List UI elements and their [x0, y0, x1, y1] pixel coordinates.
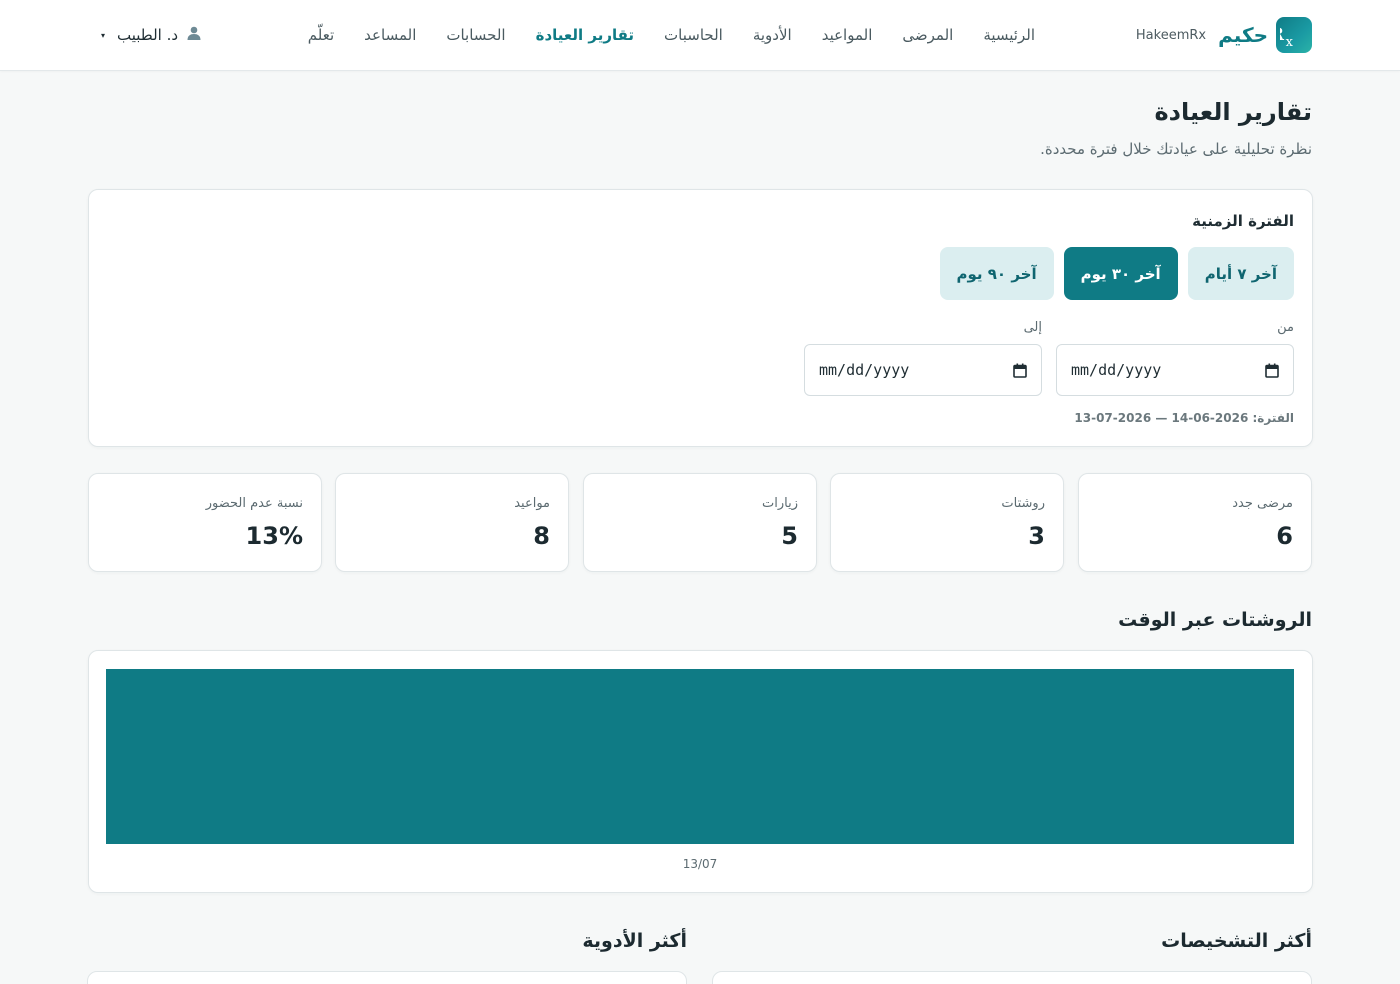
page-subtitle: نظرة تحليلية على عيادتك خلال فترة محددة. — [1040, 140, 1312, 158]
top-navbar: R x حكيم HakeemRx الرئيسية المرضى المواع… — [0, 0, 1400, 71]
stat-value: 8 — [533, 522, 550, 550]
stat-value: 13% — [245, 522, 303, 550]
stat-card-prescriptions: روشتات 3 — [830, 473, 1064, 572]
stat-label: مرضى جدد — [1232, 496, 1293, 511]
stat-label: روشتات — [1001, 496, 1045, 511]
main-nav: الرئيسية المرضى المواعيد الأدوية الحاسبا… — [308, 0, 1035, 70]
nav-calculators[interactable]: الحاسبات — [664, 26, 723, 44]
to-date-label: إلى — [1023, 320, 1042, 335]
from-date-input[interactable]: mm/dd/yyyy — [1056, 344, 1294, 396]
nav-learn[interactable]: تعلّم — [308, 26, 334, 44]
current-period-text: الفترة: 2026-06-14 — 2026-07-13 — [1074, 411, 1294, 425]
user-name: د. الطبيب — [117, 26, 179, 44]
stat-value: 5 — [781, 522, 798, 550]
svg-text:R: R — [1280, 25, 1285, 45]
stat-value: 3 — [1028, 522, 1045, 550]
from-date-label: من — [1277, 320, 1294, 335]
to-date-placeholder: mm/dd/yyyy — [819, 361, 910, 379]
chevron-down-icon: ▾ — [101, 30, 106, 40]
stat-card-new-patients: مرضى جدد 6 — [1078, 473, 1312, 572]
nav-medications[interactable]: الأدوية — [753, 26, 792, 44]
stat-label: نسبة عدم الحضور — [205, 496, 303, 511]
top-medications-card — [87, 971, 687, 984]
calendar-icon[interactable] — [1265, 363, 1279, 378]
chart-title: الروشتات عبر الوقت — [1118, 609, 1312, 631]
nav-home[interactable]: الرئيسية — [983, 26, 1035, 44]
nav-accounts[interactable]: الحسابات — [446, 26, 505, 44]
brand-name-en: HakeemRx — [1135, 27, 1207, 43]
user-menu[interactable]: د. الطبيب ▾ — [101, 22, 202, 48]
brand[interactable]: R x حكيم HakeemRx — [1136, 17, 1312, 53]
period-filter-card: الفترة الزمنية آخر ٧ أيام آخر ٣٠ يوم آخر… — [88, 189, 1313, 447]
user-icon — [186, 25, 202, 45]
range-button-group: آخر ٧ أيام آخر ٣٠ يوم آخر ٩٠ يوم — [939, 247, 1294, 300]
prescriptions-chart-card: 13/07 — [88, 650, 1313, 893]
stat-card-no-show-rate: نسبة عدم الحضور 13% — [88, 473, 322, 572]
to-date-input[interactable]: mm/dd/yyyy — [804, 344, 1042, 396]
brand-name-ar: حكيم — [1218, 23, 1268, 47]
rx-logo-icon: R x — [1276, 17, 1312, 53]
nav-patients[interactable]: المرضى — [902, 26, 953, 44]
from-date-placeholder: mm/dd/yyyy — [1071, 361, 1162, 379]
prescriptions-chart: 13/07 — [106, 669, 1294, 871]
page-title: تقارير العيادة — [1154, 98, 1313, 126]
svg-text:x: x — [1286, 35, 1294, 49]
range-7-days-button[interactable]: آخر ٧ أيام — [1187, 247, 1294, 300]
range-30-days-button[interactable]: آخر ٣٠ يوم — [1063, 247, 1178, 300]
nav-appointments[interactable]: المواعيد — [822, 26, 873, 44]
nav-clinic-reports[interactable]: تقارير العيادة — [536, 26, 634, 44]
nav-assistant[interactable]: المساعد — [364, 26, 416, 44]
chart-bar — [106, 669, 1294, 844]
top-medications-title: أكثر الأدوية — [582, 930, 687, 952]
top-diagnoses-title: أكثر التشخيصات — [1161, 930, 1312, 952]
stat-label: زيارات — [762, 496, 798, 511]
chart-x-tick-label: 13/07 — [683, 857, 718, 871]
stat-label: مواعيد — [514, 496, 550, 511]
top-diagnoses-card — [712, 971, 1312, 984]
period-label: الفترة الزمنية — [1192, 212, 1294, 230]
stat-card-appointments: مواعيد 8 — [335, 473, 569, 572]
range-90-days-button[interactable]: آخر ٩٠ يوم — [939, 247, 1054, 300]
stat-card-visits: زيارات 5 — [583, 473, 817, 572]
calendar-icon[interactable] — [1013, 363, 1027, 378]
stat-value: 6 — [1276, 522, 1293, 550]
